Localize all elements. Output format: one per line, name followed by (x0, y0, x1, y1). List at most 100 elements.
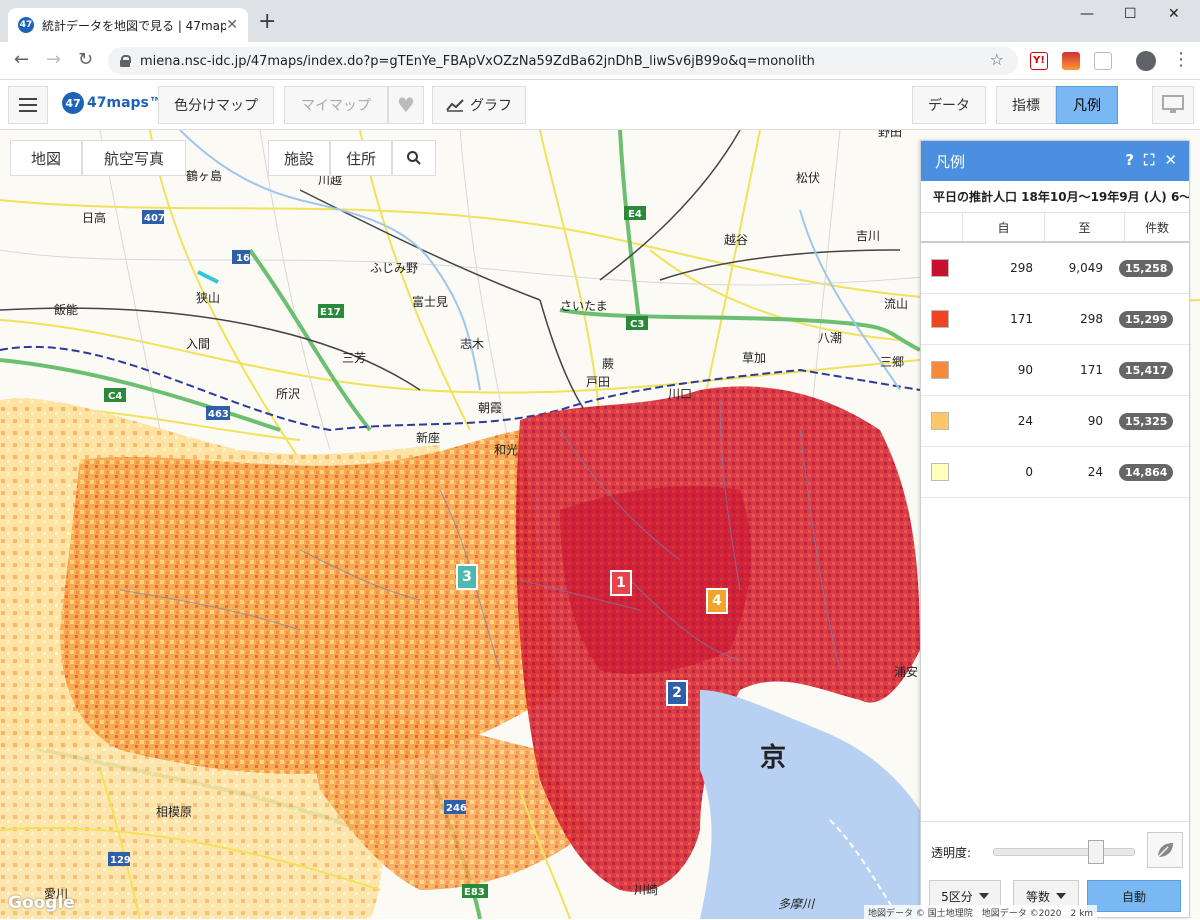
map-label: 三芳 (342, 351, 366, 365)
range-from: 24 (1017, 414, 1033, 428)
range-to: 24 (1087, 465, 1103, 479)
legend-row[interactable]: 298 9,049 15,258 (921, 243, 1189, 294)
graph-button[interactable]: グラフ (432, 86, 526, 124)
help-icon[interactable]: ? (1125, 151, 1134, 169)
facility-button[interactable]: 施設 (268, 140, 330, 176)
expand-icon[interactable]: ⛶ (1144, 151, 1155, 169)
browser-toolbar: ← → ↻ miena.nsc-idc.jp/47maps/index.do?p… (0, 42, 1200, 80)
count-badge: 14,864 (1119, 463, 1174, 481)
back-icon[interactable]: ← (14, 50, 29, 70)
route-label: 463 (208, 409, 229, 420)
pin-1[interactable]: 1 (610, 570, 632, 596)
route-label: C3 (630, 319, 644, 330)
legend-row[interactable]: 171 298 15,299 (921, 294, 1189, 345)
opacity-slider[interactable] (993, 848, 1135, 856)
legend-row[interactable]: 90 171 15,417 (921, 345, 1189, 396)
opacity-slider-handle[interactable] (1087, 840, 1104, 864)
pin-4[interactable]: 4 (706, 588, 728, 614)
chart-icon (446, 99, 464, 112)
legend-button[interactable]: 凡例 (1056, 86, 1118, 124)
minimize-icon[interactable]: — (1080, 6, 1094, 22)
count-badge: 15,299 (1119, 310, 1174, 328)
legend-title: 凡例 (935, 152, 966, 171)
chevron-down-icon (1056, 893, 1066, 899)
pin-3[interactable]: 3 (456, 564, 478, 590)
map-label: 狭山 (196, 291, 220, 305)
route-label: 246 (446, 803, 467, 814)
legend-swatch[interactable] (931, 310, 949, 328)
count-badge: 15,325 (1119, 412, 1174, 430)
browser-menu-icon[interactable]: ⋮ (1172, 50, 1190, 70)
extension-icon[interactable] (1062, 52, 1080, 70)
aerial-photo-button[interactable]: 航空写真 (82, 140, 186, 176)
reload-icon[interactable]: ↻ (78, 50, 93, 70)
bookmark-star-icon[interactable]: ☆ (990, 50, 1004, 69)
map-label: 三郷 (880, 355, 904, 369)
map-label: 和光 (494, 443, 518, 457)
display-button[interactable] (1152, 86, 1194, 124)
color-map-button[interactable]: 色分けマップ (158, 86, 274, 124)
url-text: miena.nsc-idc.jp/47maps/index.do?p=gTEnY… (140, 53, 815, 69)
route-label: 16 (236, 253, 250, 264)
new-tab-icon[interactable]: + (258, 11, 276, 33)
close-tab-icon[interactable]: ✕ (226, 17, 238, 33)
map-label: 流山 (884, 297, 908, 311)
forward-icon[interactable]: → (46, 50, 61, 70)
legend-table-header: 自 至 件数 (921, 213, 1189, 243)
browser-tabstrip: 47 統計データを地図で見る | 47maps ✕ + — ☐ ✕ (0, 0, 1200, 42)
map-label: 富士見 (412, 294, 448, 309)
map-label: 相模原 (156, 805, 192, 819)
legend-swatch[interactable] (931, 259, 949, 277)
col-count: 件数 (1144, 220, 1169, 235)
address-button[interactable]: 住所 (330, 140, 392, 176)
auto-button[interactable]: 自動 (1087, 880, 1181, 912)
map-label: 新座 (416, 430, 440, 445)
leaf-icon (1157, 843, 1173, 858)
extension-blank-icon[interactable] (1094, 52, 1112, 70)
google-logo: Google (8, 893, 75, 913)
map-mode-button[interactable]: 地図 (10, 140, 82, 176)
map-attribution: 地図データ © 国土地理院 地図データ ©2020 2 km (864, 905, 1098, 920)
pin-label: 2 (672, 685, 682, 701)
chevron-down-icon (978, 893, 989, 899)
map-label: 日高 (82, 210, 106, 225)
data-button[interactable]: データ (912, 86, 986, 124)
map-label: 朝霞 (478, 401, 502, 415)
monitor-icon (1162, 95, 1184, 113)
legend-footer: 透明度: 5区分 等数 自動 (921, 821, 1189, 917)
map-label: 浦安 (894, 664, 918, 679)
browser-tab[interactable]: 47 統計データを地図で見る | 47maps ✕ (8, 8, 248, 42)
profile-icon[interactable] (1136, 51, 1156, 71)
map-label: 多摩川 (778, 897, 816, 911)
legend-row[interactable]: 24 90 15,325 (921, 396, 1189, 447)
route-label: 129 (110, 855, 131, 866)
yahoo-extension-icon[interactable]: Y! (1030, 52, 1048, 70)
close-window-icon[interactable]: ✕ (1168, 6, 1180, 22)
search-button[interactable] (392, 140, 436, 176)
tab-title: 統計データを地図で見る | 47maps (42, 18, 227, 33)
app-logo[interactable]: 47 47maps™ (62, 92, 163, 114)
range-to: 90 (1087, 414, 1103, 428)
opacity-label: 透明度: (931, 846, 972, 860)
map-label: 八潮 (818, 330, 842, 345)
pin-2[interactable]: 2 (666, 680, 688, 706)
app-header: 47 47maps™ 色分けマップ マイマップ ♥ グラフ データ 指標 凡例 (0, 80, 1200, 130)
indicator-button[interactable]: 指標 (996, 86, 1056, 124)
maximize-icon[interactable]: ☐ (1124, 6, 1137, 22)
legend-subtitle: 平日の推計人口 18年10月〜19年9月 (人) 6〜 (921, 181, 1189, 213)
logo-text: 47maps™ (87, 95, 163, 111)
range-to: 298 (1080, 312, 1103, 326)
mymap-button[interactable]: マイマップ (284, 86, 388, 124)
legend-swatch[interactable] (931, 412, 949, 430)
heart-icon: ♥ (397, 93, 415, 117)
leaf-button[interactable] (1147, 832, 1183, 868)
menu-button[interactable] (8, 86, 48, 124)
favorite-button[interactable]: ♥ (388, 86, 424, 124)
close-icon[interactable]: ✕ (1164, 151, 1177, 169)
legend-swatch[interactable] (931, 361, 949, 379)
address-bar[interactable]: miena.nsc-idc.jp/47maps/index.do?p=gTEnY… (108, 47, 1018, 75)
map-label: 戸田 (586, 375, 610, 389)
legend-row[interactable]: 0 24 14,864 (921, 447, 1189, 498)
route-label: C4 (108, 391, 122, 402)
legend-swatch[interactable] (931, 463, 949, 481)
